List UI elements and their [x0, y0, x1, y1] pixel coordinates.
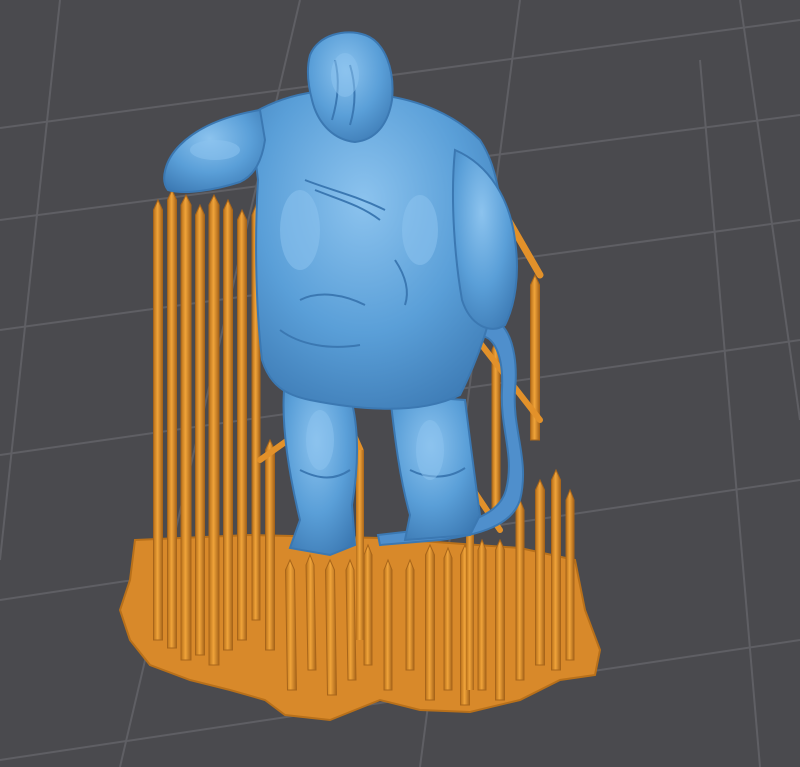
support-pillar[interactable] — [495, 538, 505, 701]
support-pillar[interactable] — [180, 193, 192, 661]
support-pillar[interactable] — [363, 543, 373, 666]
support-pillar[interactable] — [153, 198, 163, 641]
support-pillar[interactable] — [535, 478, 545, 666]
support-pillar[interactable] — [237, 208, 247, 641]
support-pillar[interactable] — [195, 203, 205, 656]
support-pillar[interactable] — [167, 188, 177, 649]
support-pillar[interactable] — [284, 558, 298, 691]
support-pillar[interactable] — [305, 553, 317, 671]
support-pillar[interactable] — [383, 558, 393, 691]
support-pillar[interactable] — [356, 450, 364, 640]
support-pillar[interactable] — [425, 543, 435, 701]
support-pillar[interactable] — [443, 546, 453, 691]
support-pillar[interactable] — [551, 468, 561, 671]
support-pillar[interactable] — [208, 193, 220, 666]
support-pillar[interactable] — [223, 198, 233, 651]
support-pillar[interactable] — [324, 558, 338, 696]
support-pillar[interactable] — [477, 538, 487, 691]
3d-print-viewport[interactable] — [0, 0, 800, 767]
support-pillar[interactable] — [265, 438, 275, 651]
support-pillar[interactable] — [565, 488, 575, 661]
support-pillar[interactable] — [345, 558, 357, 681]
scene-canvas[interactable] — [0, 0, 800, 767]
support-pillar[interactable] — [515, 498, 525, 681]
support-pillar[interactable] — [405, 558, 415, 671]
